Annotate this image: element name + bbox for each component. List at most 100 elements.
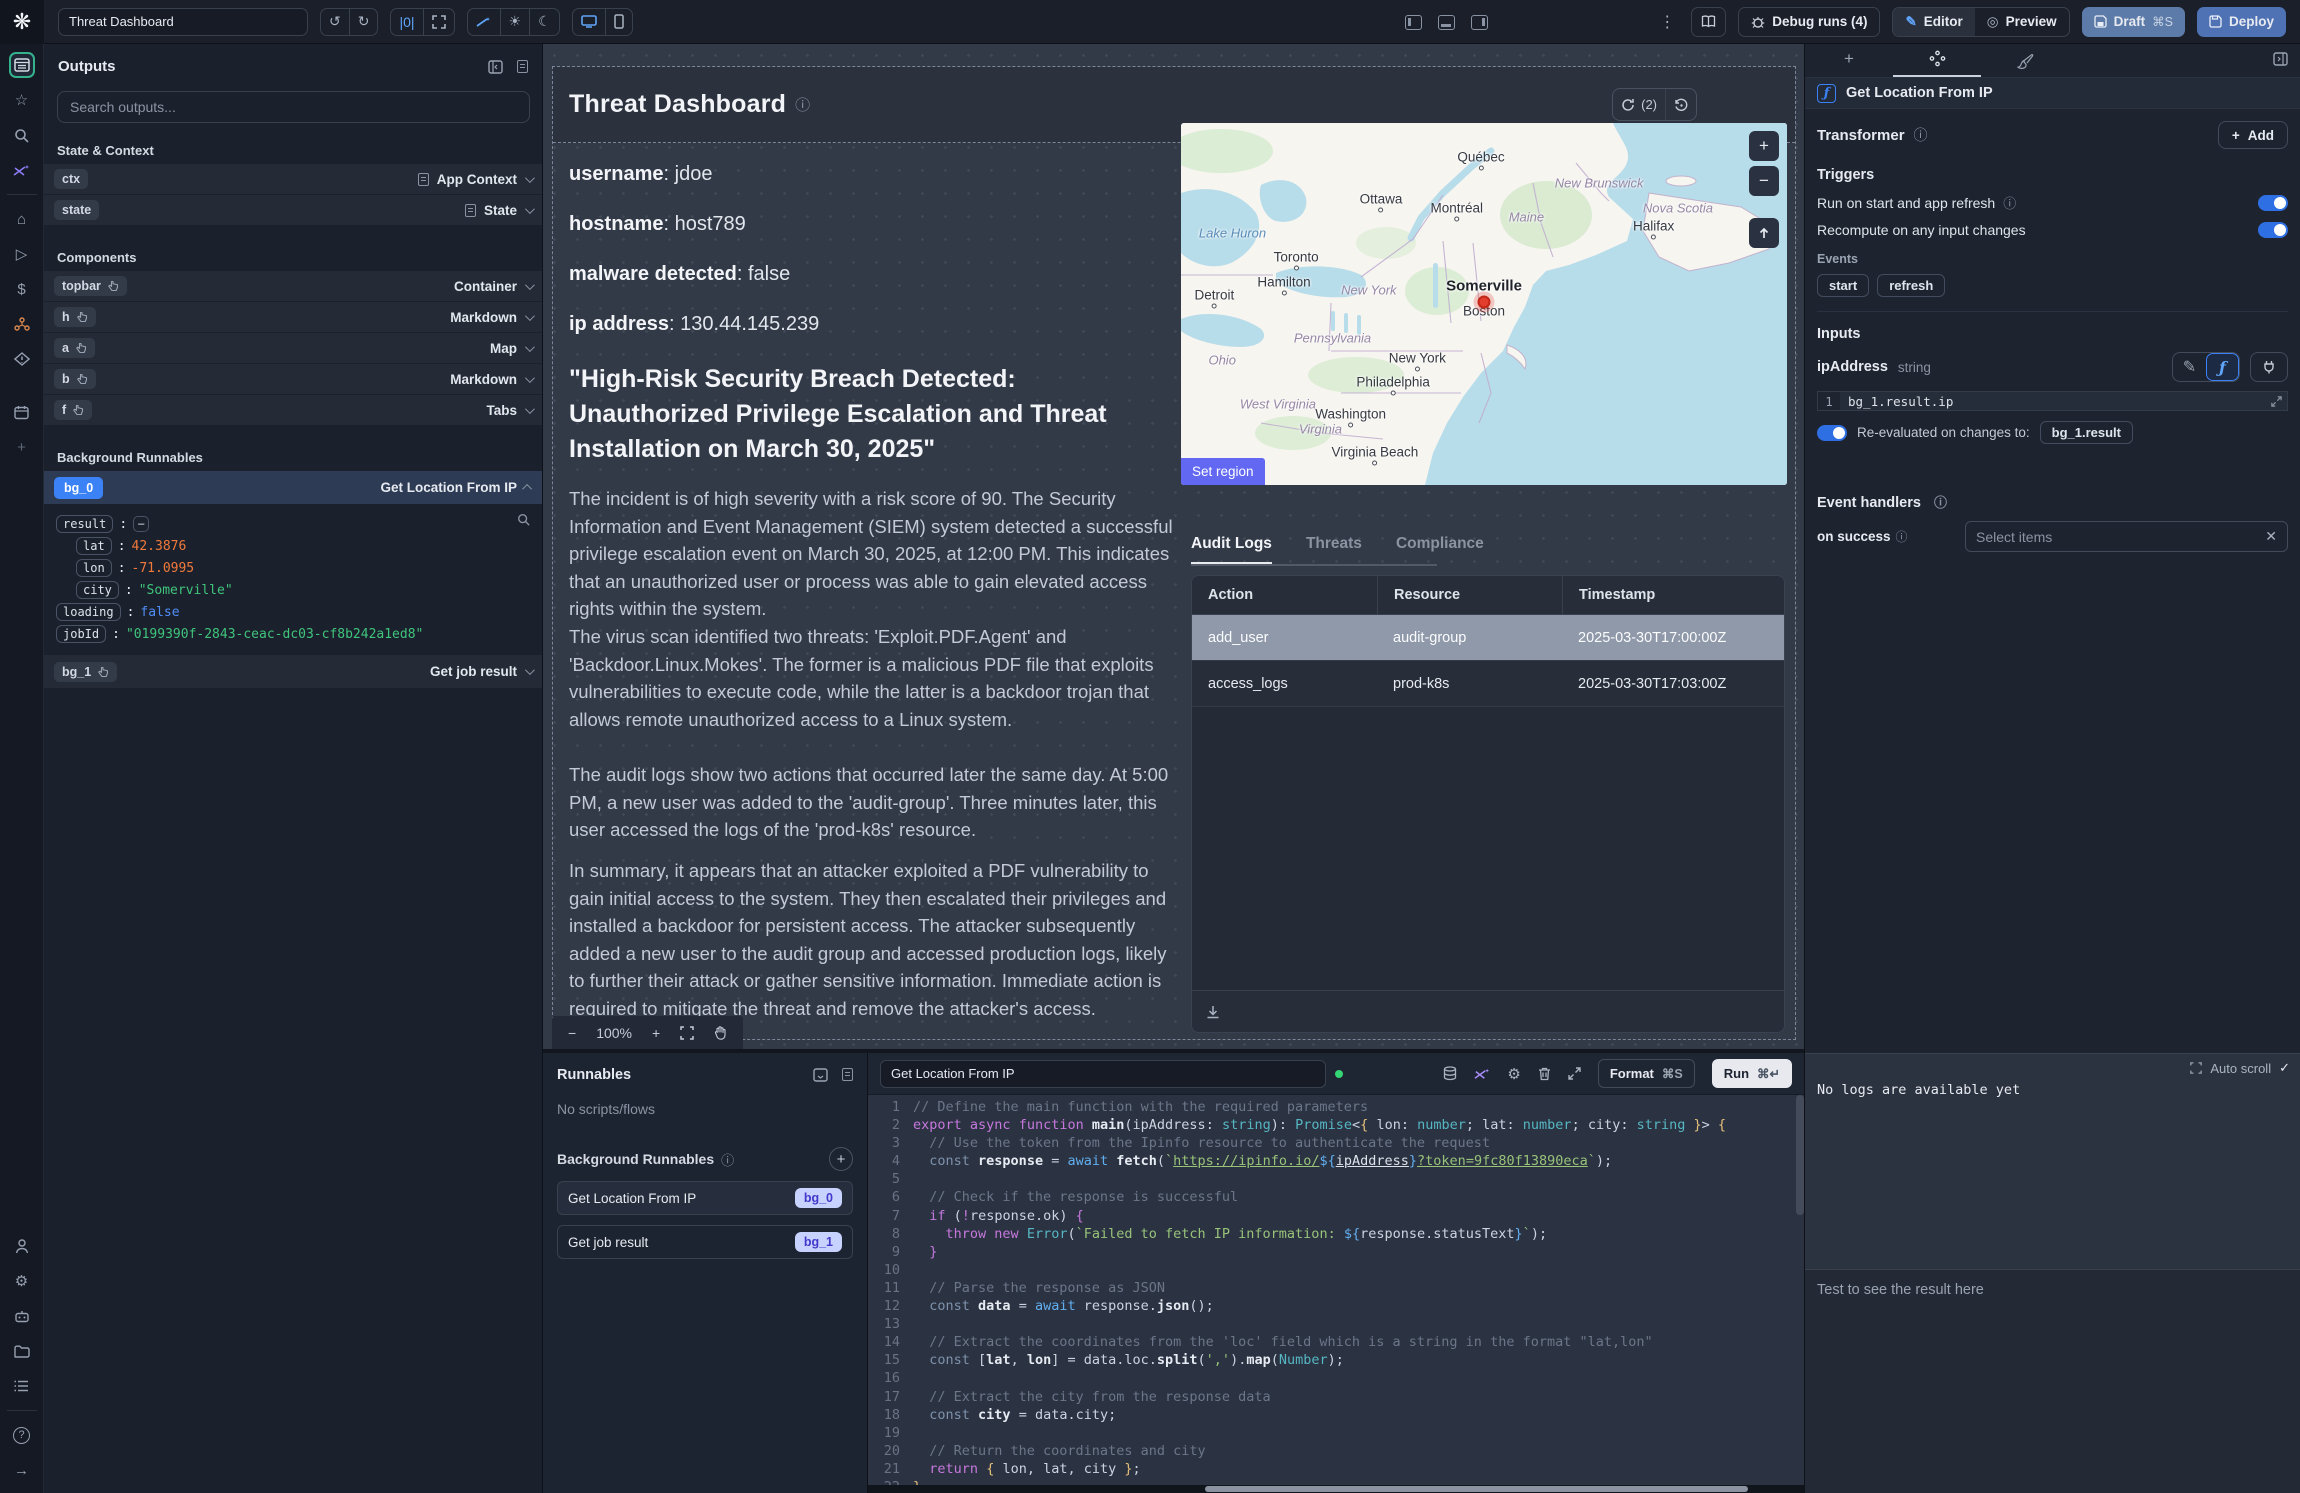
recompute-toggle[interactable] <box>2258 222 2288 238</box>
styling-tab[interactable] <box>1981 54 2069 77</box>
inspector-toggle[interactable]: |0| <box>391 9 422 35</box>
help-nav-icon[interactable]: ? <box>9 1422 35 1448</box>
insert-component-tab[interactable]: + <box>1805 49 1893 77</box>
schedules-nav-icon[interactable] <box>9 399 35 425</box>
connect-input-button[interactable] <box>2250 352 2288 382</box>
tab-audit-logs[interactable]: Audit Logs <box>1191 535 1272 564</box>
doc-panel-icon[interactable] <box>517 60 528 73</box>
cache-db-icon[interactable] <box>1443 1066 1457 1081</box>
deploy-button[interactable]: Deploy <box>2197 7 2286 37</box>
tab-threats[interactable]: Threats <box>1306 535 1362 564</box>
resources-nav-icon[interactable] <box>9 311 35 337</box>
home-nav-icon[interactable]: ⌂ <box>9 206 35 232</box>
more-menu-icon[interactable]: ⋮ <box>1655 12 1679 32</box>
on-success-select[interactable]: Select items ✕ <box>1965 521 2288 552</box>
format-button[interactable]: Format⌘S <box>1598 1059 1695 1088</box>
component-settings-tab[interactable] <box>1893 50 1981 77</box>
runnable-item-bg1[interactable]: Get job result bg_1 <box>557 1225 853 1259</box>
tab-compliance[interactable]: Compliance <box>1396 535 1484 564</box>
ai-nav-icon[interactable] <box>9 157 35 183</box>
collapse-bottom-icon[interactable] <box>813 1068 828 1082</box>
static-input-mode-button[interactable]: ✎ <box>2173 353 2206 381</box>
bg0-output-row[interactable]: bg_0 Get Location From IP <box>44 471 542 505</box>
toggle-left-panel-icon[interactable] <box>1405 15 1422 30</box>
collapse-rail-icon[interactable]: → <box>9 1457 35 1483</box>
windmill-logo[interactable]: ❋ <box>0 0 44 44</box>
expand-expr-icon[interactable] <box>2271 396 2282 407</box>
editor-tab[interactable]: ✎Editor <box>1893 8 1974 36</box>
search-json-icon[interactable] <box>517 513 530 526</box>
app-title-input[interactable] <box>58 8 308 36</box>
draft-button[interactable]: Draft⌘S <box>2082 7 2185 37</box>
user-nav-icon[interactable] <box>9 1233 35 1259</box>
map-recenter-button[interactable] <box>1749 218 1779 248</box>
table-row[interactable]: add_user audit-group 2025-03-30T17:00:00… <box>1192 615 1784 661</box>
reeval-toggle[interactable] <box>1817 425 1847 441</box>
zoom-out-button[interactable]: − <box>568 1025 576 1041</box>
settings-nav-icon[interactable]: ⚙ <box>9 1268 35 1294</box>
expand-canvas-button[interactable] <box>423 9 454 35</box>
run-button[interactable]: Run⌘↵ <box>1712 1059 1792 1088</box>
map-zoom-out-button[interactable]: − <box>1749 166 1779 196</box>
preview-tab[interactable]: ◎Preview <box>1975 8 2069 36</box>
pan-hand-icon[interactable] <box>714 1026 727 1040</box>
editor-vertical-scrollbar[interactable] <box>1796 1095 1804 1215</box>
reeval-dep-badge[interactable]: bg_1.result <box>2040 421 2133 444</box>
bg1-output-row[interactable]: bg_1 Get job result <box>44 655 542 689</box>
collapse-right-panel-icon[interactable] <box>2273 52 2288 66</box>
dark-theme-button[interactable]: ☾ <box>529 9 559 35</box>
collapse-panel-icon[interactable] <box>488 60 503 74</box>
component-row-a[interactable]: a Map <box>44 333 542 364</box>
favorites-nav-icon[interactable]: ☆ <box>9 87 35 113</box>
app-canvas[interactable]: Threat Dashboard ⓘ (2) username: jdoe ho… <box>543 44 1804 1049</box>
component-row-h[interactable]: h Markdown <box>44 302 542 333</box>
logs-nav-icon[interactable] <box>9 1373 35 1399</box>
desktop-view-button[interactable] <box>573 9 605 35</box>
search-nav-icon[interactable] <box>9 122 35 148</box>
map-zoom-in-button[interactable]: + <box>1749 131 1779 161</box>
toggle-right-panel-icon[interactable] <box>1471 15 1488 30</box>
doc-panel-icon[interactable] <box>842 1068 853 1081</box>
expand-editor-icon[interactable] <box>1568 1067 1581 1080</box>
redo-button[interactable]: ↻ <box>349 9 378 35</box>
variables-nav-icon[interactable]: $ <box>9 276 35 302</box>
table-row[interactable]: access_logs prod-k8s 2025-03-30T17:03:00… <box>1192 661 1784 707</box>
component-row-b[interactable]: b Markdown <box>44 364 542 395</box>
autoscroll-checkbox[interactable]: ✓ <box>2279 1060 2290 1076</box>
workers-nav-icon[interactable] <box>9 1303 35 1329</box>
runnable-item-bg0[interactable]: Get Location From IP bg_0 <box>557 1181 853 1215</box>
undo-button[interactable]: ↺ <box>321 9 349 35</box>
search-outputs-input[interactable] <box>57 91 530 123</box>
runs-nav-icon[interactable]: ▷ <box>9 241 35 267</box>
refresh-app-button[interactable]: (2) <box>1613 89 1665 120</box>
output-row-state[interactable]: state State <box>44 195 542 226</box>
editor-horizontal-scrollbar[interactable] <box>868 1485 1804 1493</box>
toggle-bottom-panel-icon[interactable] <box>1438 15 1455 30</box>
audit-nav-icon[interactable] <box>9 346 35 372</box>
code-lines[interactable]: 1// Define the main function with the re… <box>868 1095 1804 1485</box>
add-transformer-button[interactable]: + Add <box>2218 121 2288 149</box>
recompute-history-button[interactable] <box>1665 89 1696 120</box>
docs-button[interactable] <box>1691 7 1726 37</box>
collapse-node-button[interactable]: − <box>133 516 149 532</box>
apps-nav-icon[interactable] <box>9 52 35 78</box>
component-row-topbar[interactable]: topbar Container <box>44 271 542 302</box>
download-icon[interactable] <box>1206 1005 1220 1019</box>
run-on-start-toggle[interactable] <box>2258 195 2288 211</box>
ai-connect-button[interactable] <box>468 9 500 35</box>
ai-assist-icon[interactable] <box>1474 1067 1490 1081</box>
component-row-f[interactable]: f Tabs <box>44 395 542 426</box>
clear-select-icon[interactable]: ✕ <box>2265 528 2277 545</box>
script-settings-icon[interactable]: ⚙ <box>1507 1065 1520 1083</box>
set-region-button[interactable]: Set region <box>1181 458 1265 485</box>
runnable-name-input[interactable] <box>880 1060 1326 1088</box>
zoom-in-button[interactable]: + <box>652 1025 660 1041</box>
add-nav-icon[interactable]: + <box>9 434 35 460</box>
map-component[interactable]: QuébecOttawaMontréalNew BrunswickNova Sc… <box>1181 123 1787 485</box>
light-theme-button[interactable]: ☀ <box>500 9 530 35</box>
fit-view-icon[interactable] <box>680 1026 694 1040</box>
debug-runs-button[interactable]: Debug runs (4) <box>1738 7 1880 37</box>
add-runnable-button[interactable]: + <box>829 1147 853 1171</box>
mobile-view-button[interactable] <box>605 9 632 35</box>
output-row-ctx[interactable]: ctx App Context <box>44 164 542 195</box>
